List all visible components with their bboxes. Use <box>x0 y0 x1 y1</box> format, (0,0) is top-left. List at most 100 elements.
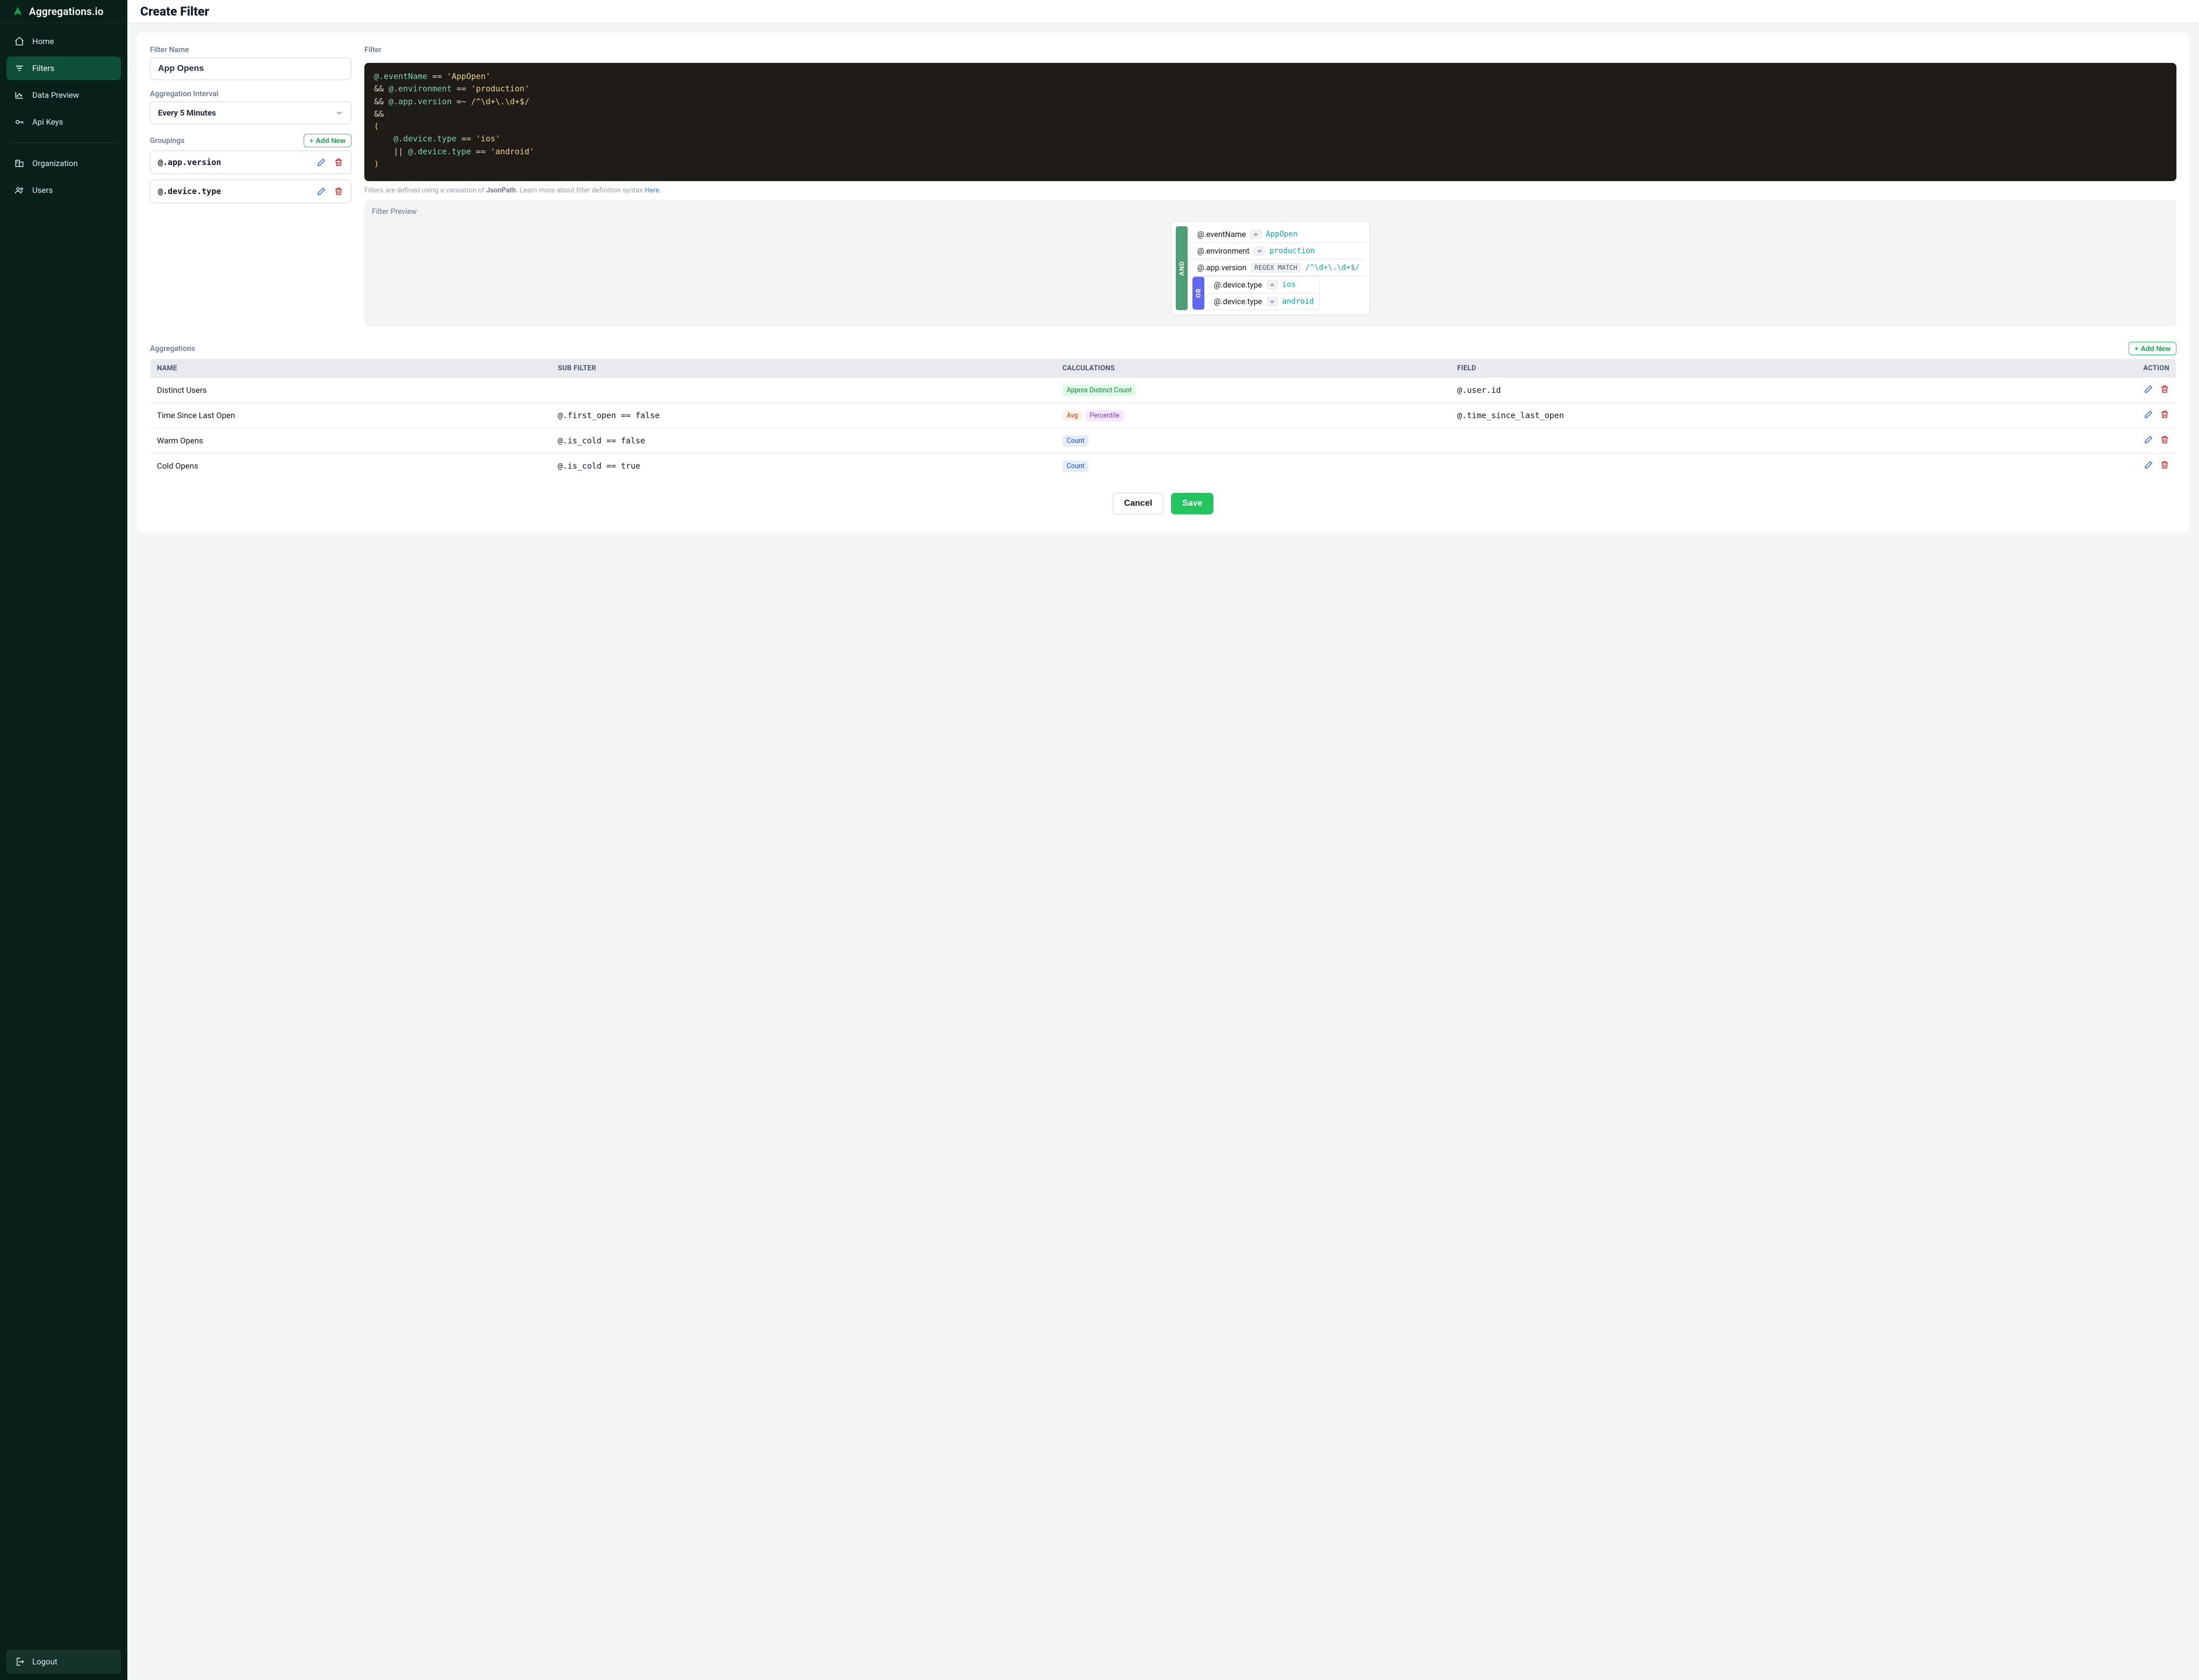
agg-actions <box>1977 428 2176 454</box>
filter-code[interactable]: @.eventName == 'AppOpen' && @.environmen… <box>364 63 2176 181</box>
calc-chip: Count <box>1062 461 1089 472</box>
sidebar-item-label: Users <box>32 185 53 195</box>
agg-name: Cold Opens <box>150 454 552 479</box>
agg-actions <box>1977 403 2176 428</box>
filter-preview-label: Filter Preview <box>372 207 2169 216</box>
edit-icon[interactable] <box>2144 460 2153 470</box>
users-icon <box>14 185 25 196</box>
interval-label: Aggregation Interval <box>150 90 351 98</box>
groupings-label: Groupings <box>150 137 184 145</box>
col-field: FIELD <box>1451 359 1977 378</box>
condition-value: /^\d+\.\d+$/ <box>1305 263 1360 272</box>
agg-calcs: Approx Distinct Count <box>1056 378 1451 403</box>
agg-sub: @.is_cold == false <box>551 428 1056 454</box>
cancel-button[interactable]: Cancel <box>1113 493 1163 514</box>
sidebar-item-label: Home <box>32 37 54 46</box>
agg-name: Distinct Users <box>150 378 552 403</box>
add-aggregation-label: Add New <box>2140 344 2171 353</box>
agg-field: @.time_since_last_open <box>1451 403 1977 428</box>
edit-icon[interactable] <box>317 157 326 167</box>
sidebar-item-label: Organization <box>32 159 78 168</box>
key-icon <box>14 117 25 127</box>
save-button[interactable]: Save <box>1171 493 1213 514</box>
condition-value: production <box>1269 247 1314 255</box>
calc-chip: Percentile <box>1086 410 1124 421</box>
add-grouping-label: Add New <box>315 137 346 145</box>
sidebar-item-organization[interactable]: Organization <box>6 152 121 175</box>
condition-value: android <box>1282 297 1314 306</box>
trash-icon[interactable] <box>334 157 343 167</box>
sidebar-item-data-preview[interactable]: Data Preview <box>6 83 121 107</box>
and-connector: AND <box>1176 226 1188 310</box>
condition-op: = <box>1267 280 1278 290</box>
add-grouping-button[interactable]: + Add New <box>304 134 351 147</box>
agg-calcs: Avg Percentile <box>1056 403 1451 428</box>
preview-tree: AND @.eventName=AppOpen@.environment=pro… <box>1171 221 1370 315</box>
calc-chip: Avg <box>1062 410 1082 421</box>
condition-path: @.device.type <box>1214 281 1262 290</box>
trash-icon[interactable] <box>2160 460 2169 470</box>
sidebar-item-users[interactable]: Users <box>6 178 121 202</box>
calc-chip: Approx Distinct Count <box>1062 385 1136 396</box>
card: Filter Name Aggregation Interval Every 5… <box>137 33 2189 533</box>
sidebar-nav: Home Filters Data Preview Api Keys Orga <box>0 23 127 209</box>
preview-condition: @.app.versionREGEX MATCH/^\d+\.\d+$/ <box>1192 260 1365 276</box>
grouping-item: @.device.type <box>150 180 351 203</box>
brand-logo-icon <box>12 5 24 17</box>
agg-calcs: Count <box>1056 454 1451 479</box>
agg-field <box>1451 454 1977 479</box>
interval-value: Every 5 Minutes <box>158 108 216 118</box>
condition-value: ios <box>1282 281 1296 289</box>
agg-name: Time Since Last Open <box>150 403 552 428</box>
preview-and-group: @.eventName=AppOpen@.environment=product… <box>1192 226 1365 310</box>
filter-label: Filter <box>364 46 2176 54</box>
or-connector: OR <box>1192 277 1204 310</box>
condition-op: = <box>1254 246 1265 256</box>
logout-label: Logout <box>32 1657 58 1667</box>
edit-icon[interactable] <box>2144 435 2153 444</box>
filter-hint-link[interactable]: Here. <box>644 186 661 195</box>
filter-preview: Filter Preview AND @.eventName=AppOpen@.… <box>364 200 2176 327</box>
filter-name-field: Filter Name <box>150 46 351 80</box>
sidebar-item-filters[interactable]: Filters <box>6 56 121 80</box>
preview-condition: @.device.type=android <box>1209 293 1319 310</box>
chart-icon <box>14 90 25 100</box>
trash-icon[interactable] <box>334 186 343 196</box>
agg-calcs: Count <box>1056 428 1451 454</box>
filter-name-input[interactable] <box>150 58 351 80</box>
table-row: Time Since Last Open@.first_open == fals… <box>150 403 2176 428</box>
filter-icon <box>14 63 25 74</box>
table-row: Cold Opens@.is_cold == trueCount <box>150 454 2176 479</box>
aggregations-label: Aggregations <box>150 344 195 353</box>
footer-actions: Cancel Save <box>150 493 2176 514</box>
table-row: Distinct UsersApprox Distinct Count@.use… <box>150 378 2176 403</box>
edit-icon[interactable] <box>317 186 326 196</box>
page-title: Create Filter <box>140 4 209 19</box>
condition-path: @.environment <box>1197 247 1249 256</box>
trash-icon[interactable] <box>2160 435 2169 444</box>
grouping-item: @.app.version <box>150 150 351 174</box>
logout-button[interactable]: Logout <box>6 1650 121 1674</box>
logout-area: Logout <box>0 1643 127 1680</box>
agg-actions <box>1977 454 2176 479</box>
trash-icon[interactable] <box>2160 384 2169 394</box>
condition-path: @.eventName <box>1197 230 1246 239</box>
interval-select[interactable]: Every 5 Minutes <box>150 102 351 124</box>
col-sub: SUB FILTER <box>551 359 1056 378</box>
filter-name-label: Filter Name <box>150 46 351 54</box>
sidebar-item-api-keys[interactable]: Api Keys <box>6 110 121 134</box>
trash-icon[interactable] <box>2160 410 2169 419</box>
add-aggregation-button[interactable]: + Add New <box>2129 342 2176 355</box>
content: Filter Name Aggregation Interval Every 5… <box>127 23 2199 1680</box>
sidebar-item-home[interactable]: Home <box>6 30 121 53</box>
chevron-down-icon <box>335 109 343 117</box>
groupings-field: Groupings + Add New @.app.version @.devic… <box>150 134 351 203</box>
right-column: Filter @.eventName == 'AppOpen' && @.env… <box>364 46 2176 327</box>
sidebar-item-label: Api Keys <box>32 117 63 127</box>
plus-icon: + <box>2135 344 2139 353</box>
condition-op: = <box>1250 229 1261 239</box>
home-icon <box>14 36 25 47</box>
agg-name: Warm Opens <box>150 428 552 454</box>
edit-icon[interactable] <box>2144 384 2153 394</box>
edit-icon[interactable] <box>2144 410 2153 419</box>
